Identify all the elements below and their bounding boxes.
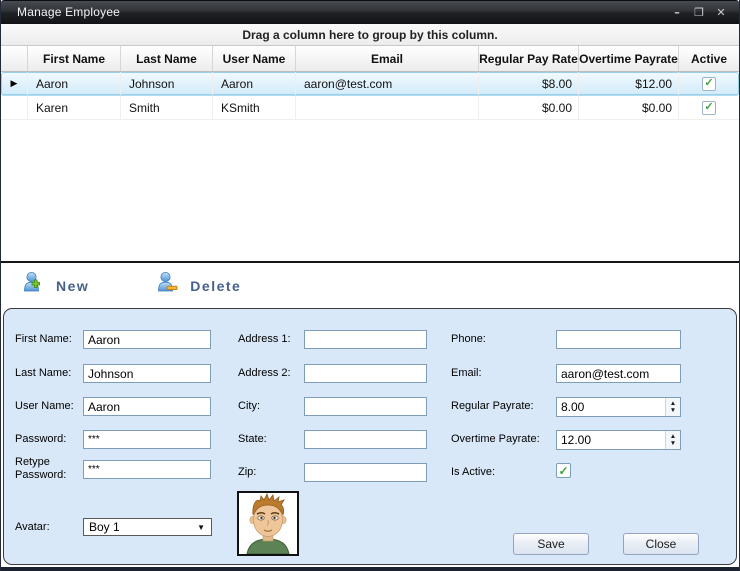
spin-up-icon[interactable]: ▲ bbox=[670, 401, 676, 407]
address2-field[interactable] bbox=[304, 364, 427, 383]
delete-button[interactable]: Delete bbox=[155, 270, 241, 301]
cell-regular-pay-rate[interactable]: $8.00 bbox=[479, 72, 579, 95]
table-row-aaron[interactable]: ▶ Aaron Johnson Aaron aaron@test.com $8.… bbox=[1, 72, 739, 96]
spin-down-icon[interactable]: ▼ bbox=[670, 408, 676, 414]
email-field[interactable] bbox=[556, 364, 681, 383]
zip-field[interactable] bbox=[304, 463, 427, 482]
cell-last-name[interactable]: Smith bbox=[121, 96, 213, 119]
city-field[interactable] bbox=[304, 397, 427, 416]
overtime-payrate-field[interactable] bbox=[556, 430, 681, 450]
group-by-panel[interactable]: Drag a column here to group by this colu… bbox=[1, 24, 739, 46]
first-name-field[interactable] bbox=[83, 330, 211, 349]
city-label: City: bbox=[238, 400, 260, 413]
chevron-down-icon: ▼ bbox=[197, 523, 211, 532]
header-row-indicator bbox=[1, 46, 28, 71]
cell-overtime-payrate[interactable]: $0.00 bbox=[579, 96, 679, 119]
overtime-payrate-stepper[interactable]: ▲ ▼ bbox=[556, 430, 681, 450]
close-icon[interactable]: ✕ bbox=[713, 5, 729, 19]
regular-payrate-field[interactable] bbox=[556, 397, 681, 417]
minimize-icon[interactable]: – bbox=[669, 5, 685, 19]
phone-label: Phone: bbox=[451, 333, 486, 346]
cell-user-name[interactable]: KSmith bbox=[213, 96, 296, 119]
cell-active: ✓ bbox=[679, 96, 739, 119]
manage-employee-window: Manage Employee – ❐ ✕ Drag a column here… bbox=[0, 0, 740, 571]
close-button[interactable]: Close bbox=[623, 533, 699, 555]
cell-email[interactable] bbox=[296, 96, 479, 119]
regular-payrate-spin-buttons[interactable]: ▲ ▼ bbox=[665, 398, 680, 416]
zip-label: Zip: bbox=[238, 466, 256, 479]
table-row-karen[interactable]: Karen Smith KSmith $0.00 $0.00 ✓ bbox=[1, 96, 739, 120]
save-button-label: Save bbox=[537, 537, 564, 551]
last-name-field[interactable] bbox=[83, 364, 211, 383]
password-label: Password: bbox=[15, 433, 66, 446]
regular-payrate-stepper[interactable]: ▲ ▼ bbox=[556, 397, 681, 417]
detail-section: New Delete First Name: Last Name: bbox=[1, 261, 739, 567]
active-checkbox[interactable]: ✓ bbox=[702, 77, 716, 91]
avatar-preview-image bbox=[237, 491, 299, 556]
header-user-name[interactable]: User Name bbox=[213, 46, 296, 71]
spin-up-icon[interactable]: ▲ bbox=[670, 434, 676, 440]
employee-form-panel: First Name: Last Name: User Name: Passwo… bbox=[3, 308, 737, 565]
cell-regular-pay-rate[interactable]: $0.00 bbox=[479, 96, 579, 119]
cell-active: ✓ bbox=[679, 72, 739, 95]
avatar-select[interactable]: Boy 1 ▼ bbox=[83, 518, 212, 536]
delete-button-label: Delete bbox=[190, 278, 241, 294]
user-name-label: User Name: bbox=[15, 400, 74, 413]
header-email[interactable]: Email bbox=[296, 46, 479, 71]
group-by-hint: Drag a column here to group by this colu… bbox=[242, 28, 497, 42]
retype-password-field[interactable] bbox=[83, 460, 211, 479]
overtime-payrate-label: Overtime Payrate: bbox=[451, 433, 540, 446]
close-button-label: Close bbox=[646, 537, 677, 551]
grid-header: First Name Last Name User Name Email Reg… bbox=[1, 46, 739, 72]
new-user-icon bbox=[21, 270, 47, 301]
is-active-checkbox[interactable]: ✓ bbox=[556, 463, 571, 478]
cell-email[interactable]: aaron@test.com bbox=[296, 72, 479, 95]
header-last-name[interactable]: Last Name bbox=[121, 46, 213, 71]
state-label: State: bbox=[238, 433, 267, 446]
active-checkbox[interactable]: ✓ bbox=[702, 101, 716, 115]
window-title: Manage Employee bbox=[17, 5, 120, 19]
address1-field[interactable] bbox=[304, 330, 427, 349]
header-regular-pay-rate[interactable]: Regular Pay Rate bbox=[479, 46, 579, 71]
cell-overtime-payrate[interactable]: $12.00 bbox=[579, 72, 679, 95]
new-button[interactable]: New bbox=[21, 270, 89, 301]
retype-password-label-line1: Retype bbox=[15, 456, 50, 469]
grid-empty-area bbox=[1, 120, 739, 261]
row-indicator-empty bbox=[1, 96, 28, 119]
header-active[interactable]: Active bbox=[679, 46, 739, 71]
cell-first-name[interactable]: Aaron bbox=[28, 72, 121, 95]
is-active-label: Is Active: bbox=[451, 466, 495, 479]
cell-user-name[interactable]: Aaron bbox=[213, 72, 296, 95]
employee-grid: First Name Last Name User Name Email Reg… bbox=[1, 46, 739, 261]
first-name-label: First Name: bbox=[15, 333, 72, 346]
new-button-label: New bbox=[56, 278, 89, 294]
title-bar: Manage Employee – ❐ ✕ bbox=[1, 0, 739, 24]
window-bottom-border bbox=[1, 567, 739, 571]
avatar-label: Avatar: bbox=[15, 521, 50, 534]
overtime-payrate-spin-buttons[interactable]: ▲ ▼ bbox=[665, 431, 680, 449]
address2-label: Address 2: bbox=[238, 367, 291, 380]
password-field[interactable] bbox=[83, 430, 211, 449]
retype-password-label-line2: Password: bbox=[15, 469, 66, 482]
cell-first-name[interactable]: Karen bbox=[28, 96, 121, 119]
save-button[interactable]: Save bbox=[513, 533, 589, 555]
row-indicator-icon: ▶ bbox=[1, 72, 28, 95]
avatar-select-value: Boy 1 bbox=[89, 520, 120, 534]
maximize-icon[interactable]: ❐ bbox=[691, 5, 707, 19]
state-field[interactable] bbox=[304, 430, 427, 449]
spin-down-icon[interactable]: ▼ bbox=[670, 441, 676, 447]
window-controls: – ❐ ✕ bbox=[669, 5, 739, 19]
detail-toolbar: New Delete bbox=[1, 263, 739, 308]
header-overtime-payrate[interactable]: Overtime Payrate bbox=[579, 46, 679, 71]
user-name-field[interactable] bbox=[83, 397, 211, 416]
cell-last-name[interactable]: Johnson bbox=[121, 72, 213, 95]
delete-user-icon bbox=[155, 270, 181, 301]
phone-field[interactable] bbox=[556, 330, 681, 349]
address1-label: Address 1: bbox=[238, 333, 291, 346]
regular-payrate-label: Regular Payrate: bbox=[451, 400, 534, 413]
email-label: Email: bbox=[451, 367, 482, 380]
last-name-label: Last Name: bbox=[15, 367, 71, 380]
header-first-name[interactable]: First Name bbox=[28, 46, 121, 71]
